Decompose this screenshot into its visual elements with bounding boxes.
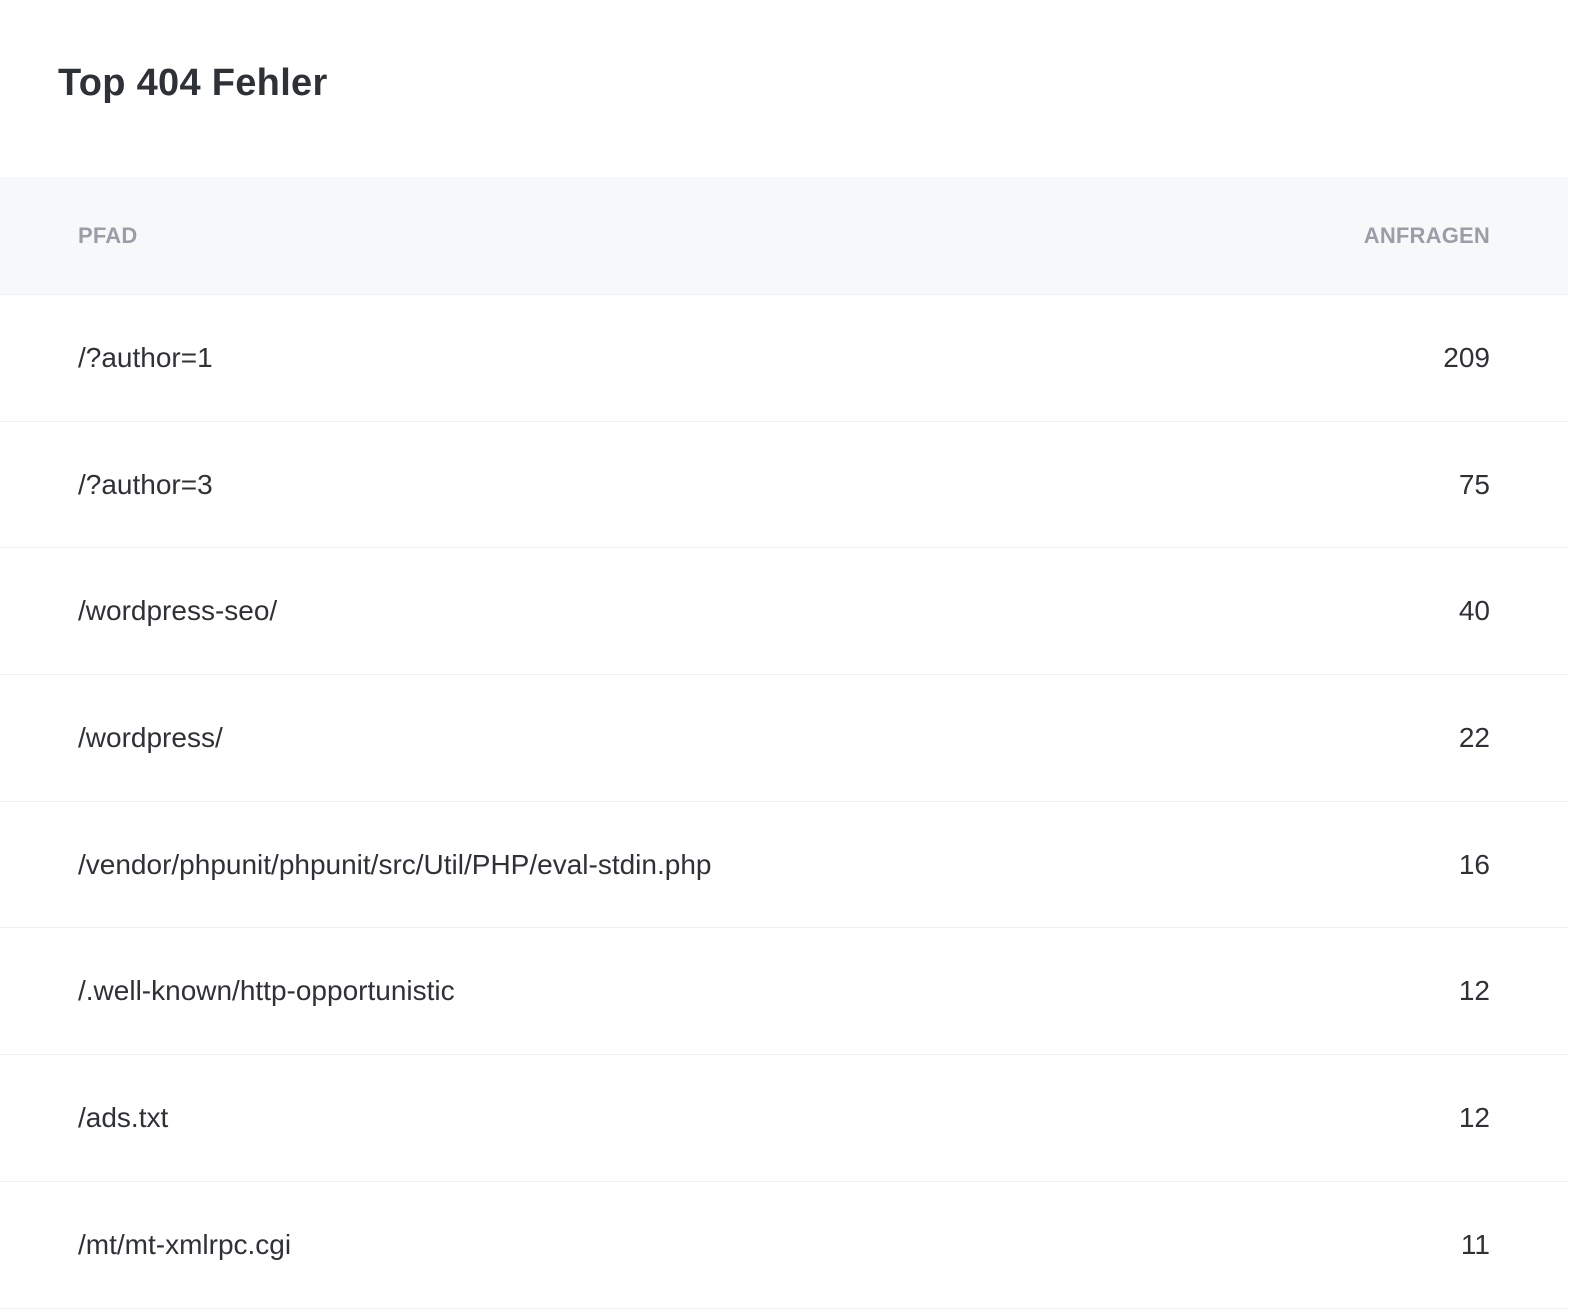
path-cell: /wordpress-seo/	[78, 595, 278, 627]
table-row: /wordpress-seo/40	[0, 548, 1568, 676]
page-title: Top 404 Fehler	[58, 62, 328, 104]
table-row: /wordpress/22	[0, 675, 1568, 802]
requests-cell: 11	[1460, 1228, 1490, 1260]
requests-cell: 16	[1458, 848, 1490, 880]
column-header-path: PFAD	[78, 222, 138, 248]
requests-cell: 12	[1458, 975, 1490, 1007]
table-row: /ads.txt 12	[0, 1055, 1568, 1182]
path-cell: /wordpress/	[78, 721, 223, 753]
path-cell: /?author=1	[78, 341, 213, 373]
path-cell: /?author=3	[78, 468, 213, 500]
table-row: /mt/mt-xmlrpc.cgi 11	[0, 1182, 1568, 1309]
table-row: /.well-known/http-opportunistic 12	[0, 928, 1568, 1056]
table-header: PFAD ANFRAGEN	[0, 177, 1568, 295]
table-row: /?author=3 75	[0, 422, 1568, 549]
errors-table: PFAD ANFRAGEN /?author=1 209/?author=3 75/…	[0, 177, 1568, 1309]
requests-cell: 40	[1458, 595, 1490, 627]
requests-cell: 12	[1458, 1101, 1490, 1133]
requests-cell: 75	[1458, 468, 1490, 500]
column-header-requests: ANFRAGEN	[1363, 222, 1490, 248]
path-cell: /vendor/phpunit/phpunit/src/Util/PHP/eva…	[78, 848, 712, 880]
table-row: /?author=1 209	[0, 295, 1568, 422]
path-cell: /ads.txt	[78, 1101, 169, 1133]
requests-cell: 209	[1443, 341, 1490, 373]
path-cell: /mt/mt-xmlrpc.cgi	[78, 1228, 292, 1260]
table-row: /vendor/phpunit/phpunit/src/Util/PHP/eva…	[0, 802, 1568, 929]
path-cell: /.well-known/http-opportunistic	[78, 975, 455, 1007]
requests-cell: 22	[1458, 721, 1490, 753]
